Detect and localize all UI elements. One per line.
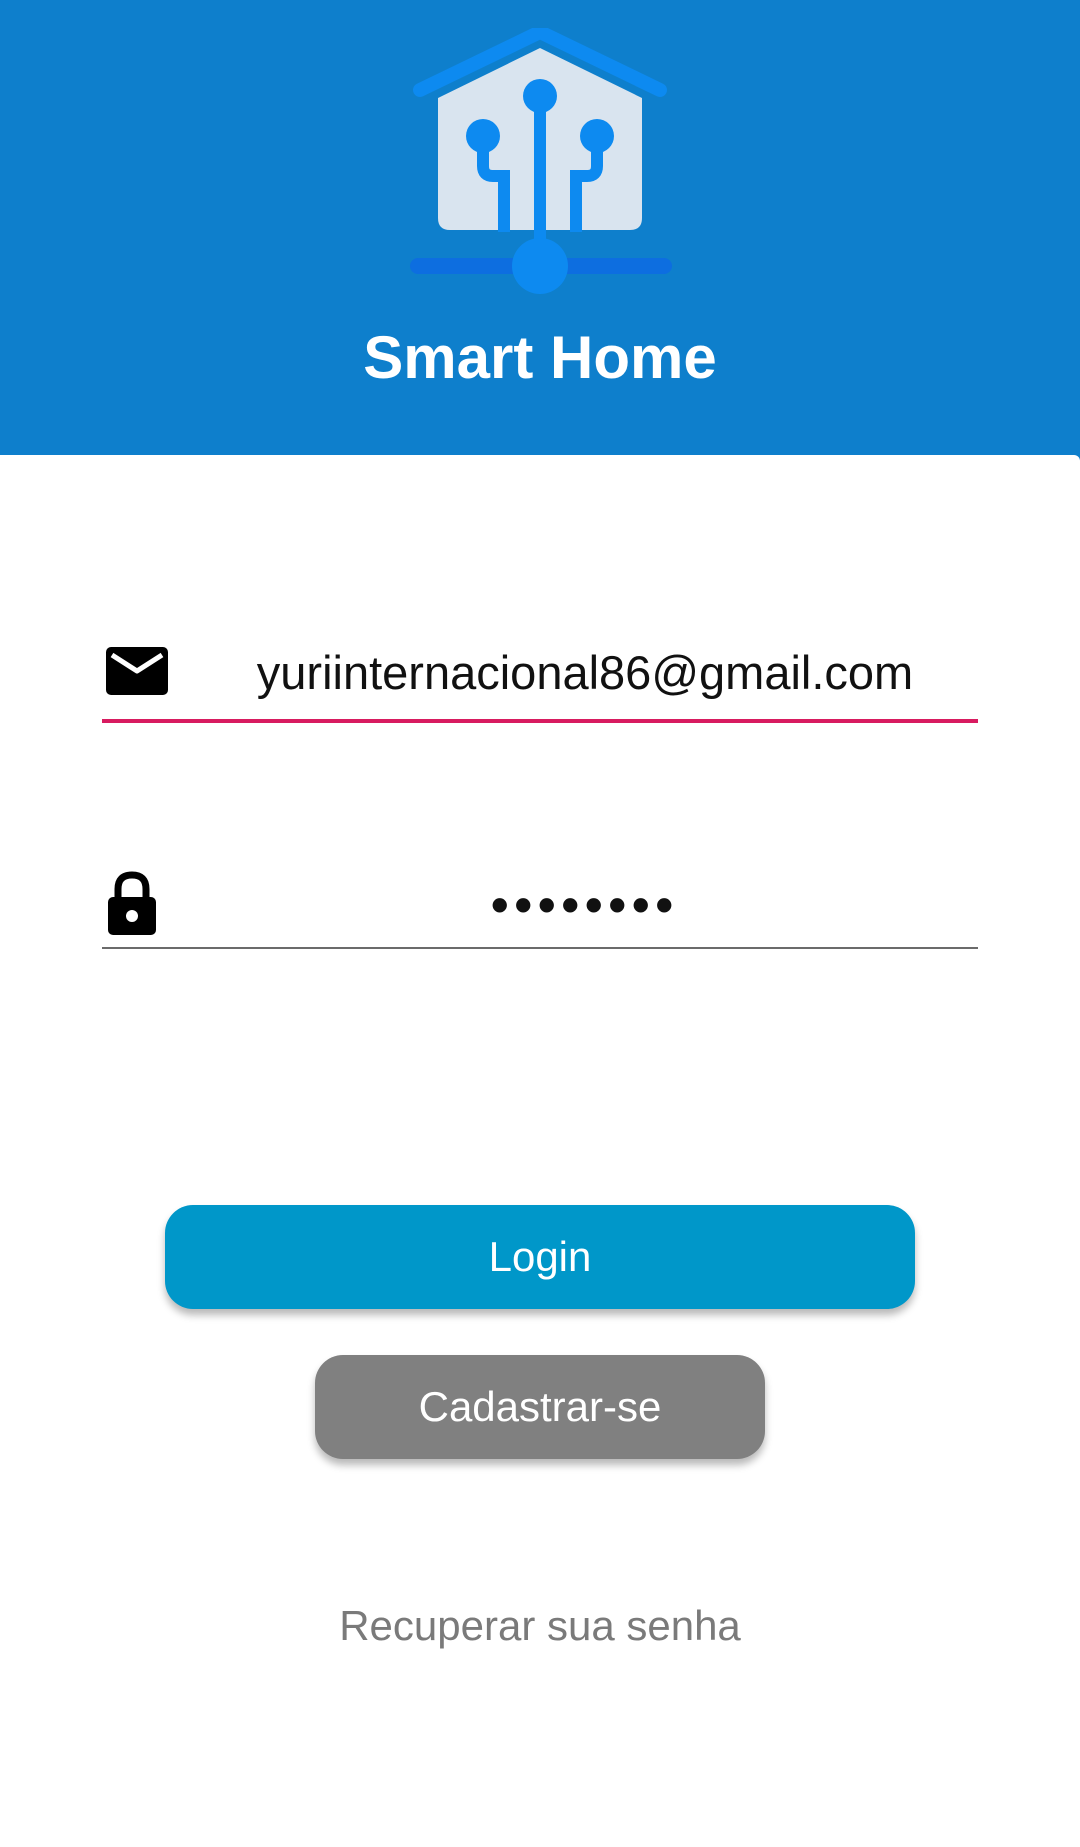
email-input-value: yuriinternacional86@gmail.com xyxy=(256,646,914,699)
password-input-value: •••••••• xyxy=(490,877,680,933)
recover-password-link[interactable]: Recuperar sua senha xyxy=(0,1596,1080,1656)
lock-icon xyxy=(108,871,156,935)
app-header: Smart Home xyxy=(0,0,1080,460)
password-field[interactable]: •••••••• xyxy=(102,853,978,949)
email-field[interactable]: yuriinternacional86@gmail.com xyxy=(102,623,978,723)
smart-home-logo-icon xyxy=(410,28,672,294)
envelope-icon xyxy=(106,647,168,695)
app-title: Smart Home xyxy=(363,324,717,391)
login-button[interactable]: Login xyxy=(165,1205,915,1309)
register-button[interactable]: Cadastrar-se xyxy=(315,1355,765,1459)
